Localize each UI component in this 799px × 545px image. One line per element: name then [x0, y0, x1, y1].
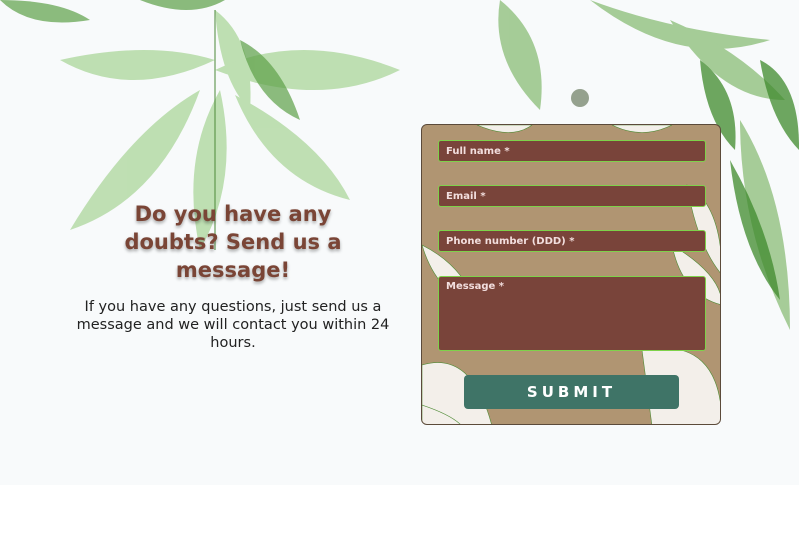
- submit-button[interactable]: SUBMIT: [464, 375, 679, 409]
- hero-section: Do you have any doubts? Send us a messag…: [0, 0, 799, 485]
- intro-text: If you have any questions, just send us …: [76, 299, 390, 351]
- phone-field[interactable]: [438, 230, 706, 252]
- email-field[interactable]: [438, 185, 706, 207]
- contact-form: SUBMIT: [421, 124, 721, 425]
- intro-block: Do you have any doubts? Send us a messag…: [70, 200, 396, 352]
- page-headline: Do you have any doubts? Send us a messag…: [124, 202, 342, 282]
- full-name-field[interactable]: [438, 140, 706, 162]
- message-field[interactable]: [438, 276, 706, 351]
